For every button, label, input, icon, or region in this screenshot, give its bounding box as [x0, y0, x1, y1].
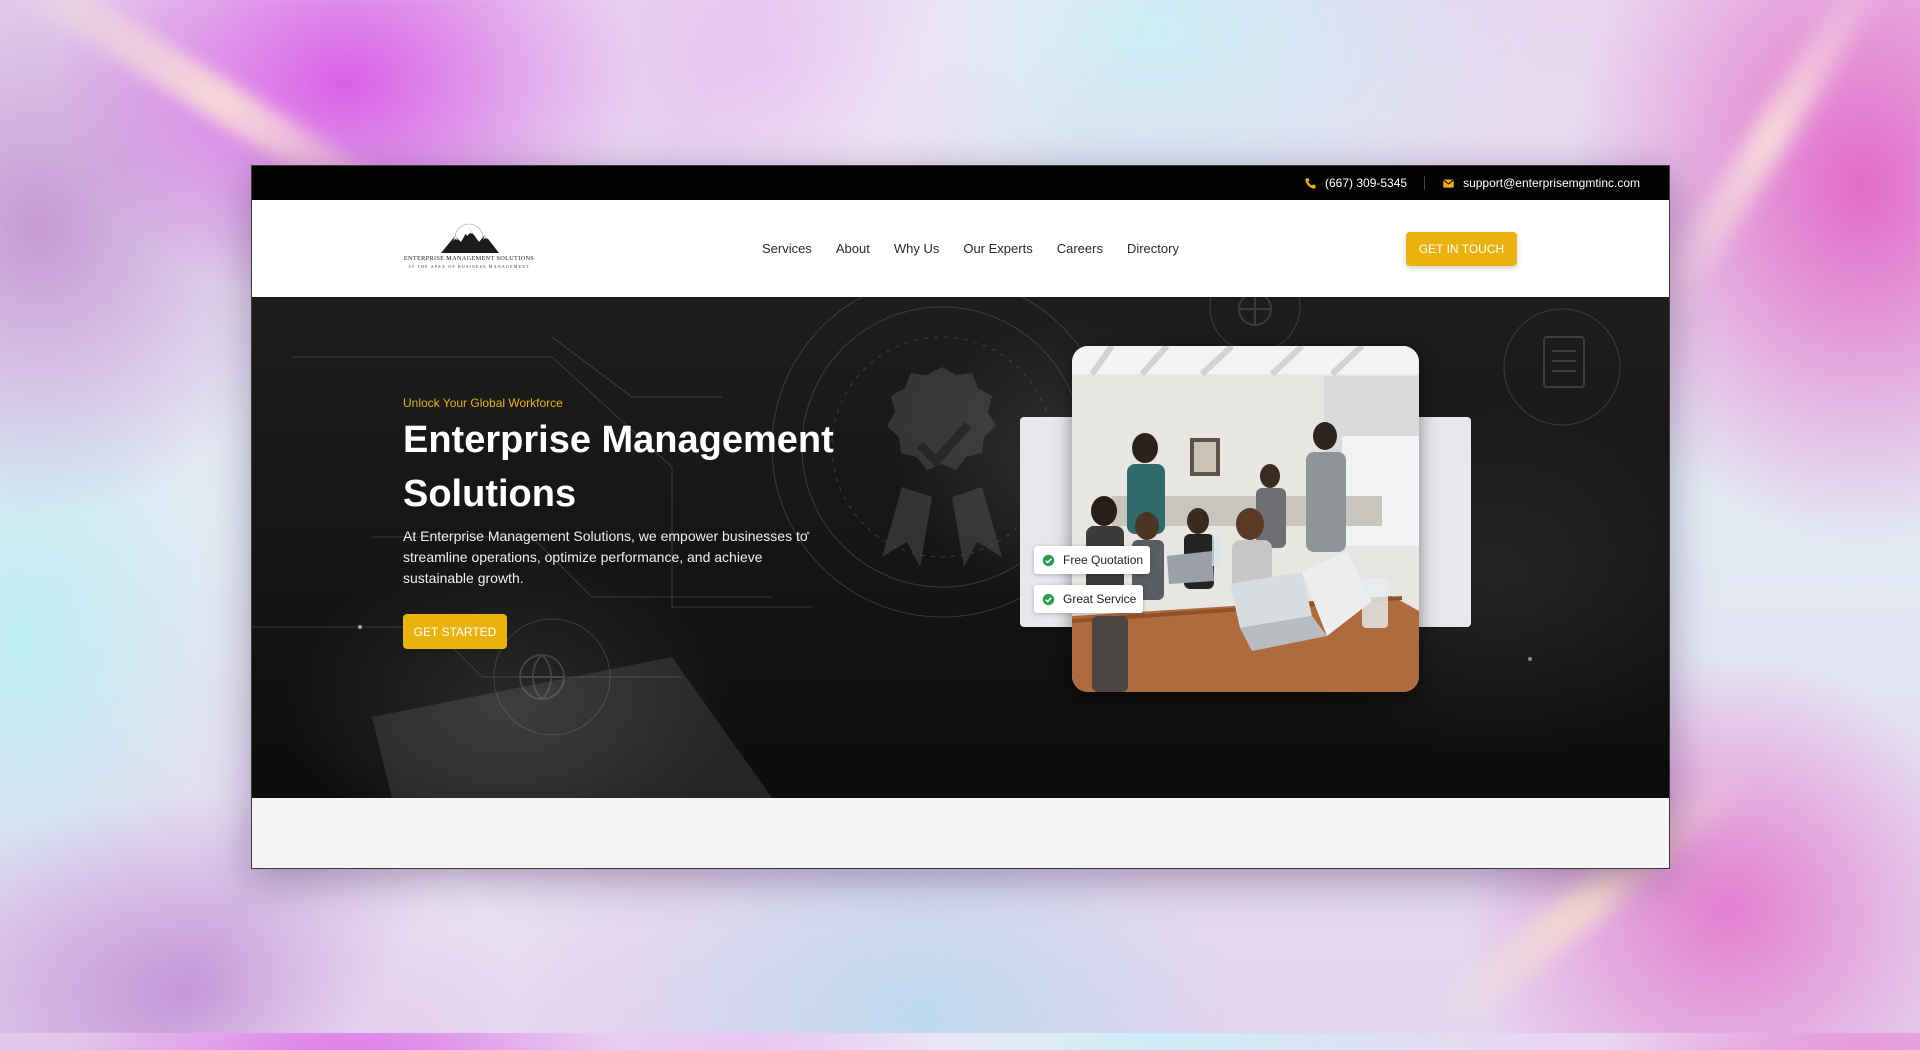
- team-meeting-photo: [1072, 346, 1419, 692]
- nav-item-about[interactable]: About: [836, 241, 870, 256]
- mountain-logo-icon: [441, 223, 499, 253]
- nav-item-why-us[interactable]: Why Us: [894, 241, 940, 256]
- main-navbar: ENTERPRISE MANAGEMENT SOLUTIONS AT THE A…: [252, 200, 1669, 297]
- hero-eyebrow: Unlock Your Global Workforce: [403, 396, 563, 410]
- check-circle-icon: [1042, 554, 1055, 566]
- get-in-touch-button[interactable]: GET IN TOUCH: [1406, 232, 1517, 266]
- logo-tagline: AT THE APEX OF BUSINESS MANAGEMENT: [408, 264, 530, 269]
- nav-item-services[interactable]: Services: [762, 241, 812, 256]
- hero-description: At Enterprise Management Solutions, we e…: [403, 528, 808, 586]
- globe-icon: [1238, 297, 1272, 326]
- company-logo[interactable]: ENTERPRISE MANAGEMENT SOLUTIONS AT THE A…: [403, 220, 535, 274]
- get-started-button[interactable]: GET STARTED: [403, 614, 507, 649]
- logo-wordmark: ENTERPRISE MANAGEMENT SOLUTIONS: [403, 255, 535, 262]
- website-mockup-frame: (667) 309-5345 support@enterprisemgmtinc…: [251, 165, 1670, 869]
- phone-number: (667) 309-5345: [1325, 176, 1408, 190]
- divider: [1424, 176, 1426, 190]
- great-service-badge: Great Service: [1034, 585, 1144, 613]
- mail-icon: [1443, 178, 1454, 188]
- badge-label: Great Service: [1063, 592, 1137, 606]
- email-contact[interactable]: support@enterprisemgmtinc.com: [1442, 176, 1640, 190]
- certificate-badge-icon: [882, 367, 1002, 567]
- hero-section: Unlock Your Global Workforce Enterprise …: [252, 297, 1669, 798]
- nav-item-careers[interactable]: Careers: [1057, 241, 1103, 256]
- hero-title: Enterprise Management Solutions: [403, 419, 834, 515]
- primary-nav: Services About Why Us Our Experts Career…: [762, 200, 1203, 297]
- nav-item-our-experts[interactable]: Our Experts: [963, 241, 1032, 256]
- phone-contact[interactable]: (667) 309-5345: [1304, 176, 1407, 190]
- check-circle-icon: [1042, 593, 1055, 605]
- email-address: support@enterprisemgmtinc.com: [1463, 176, 1640, 190]
- contact-top-bar: (667) 309-5345 support@enterprisemgmtinc…: [252, 166, 1669, 200]
- document-icon: [1543, 336, 1585, 388]
- nav-item-directory[interactable]: Directory: [1127, 241, 1179, 256]
- free-quotation-badge: Free Quotation: [1034, 546, 1151, 574]
- phone-icon: [1305, 177, 1316, 189]
- badge-label: Free Quotation: [1063, 553, 1144, 567]
- background-light-streak: [1643, 0, 1897, 326]
